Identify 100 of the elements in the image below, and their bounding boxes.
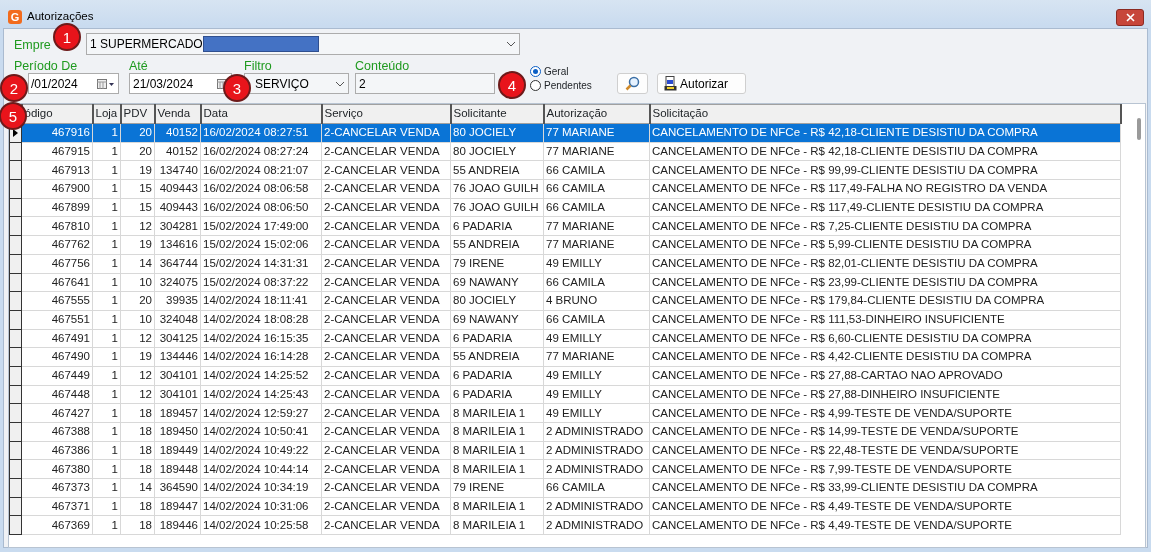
radio-option[interactable]: Pendentes [530,80,592,91]
table-cell: 304125 [154,329,201,348]
table-cell: 2-CANCELAR VENDA [321,142,451,161]
table-cell: 1 [92,142,121,161]
table-cell: 189447 [154,497,201,516]
table-cell: 1 [92,497,121,516]
table-cell: CANCELAMENTO DE NFCe - R$ 179,84-CLIENTE DESISTIU DA COMPRA [649,291,1121,311]
table-cell: 6 PADARIA [450,329,544,348]
table-cell: 12 [120,216,155,236]
table-cell: 15/02/2024 14:31:31 [200,254,322,273]
table-cell: 304101 [154,366,201,386]
close-icon [1125,12,1135,22]
app-logo: G [8,10,22,24]
table-cell: 39935 [154,291,201,311]
table-cell: 66 CAMILA [543,310,650,330]
column-header[interactable]: Venda [154,104,201,124]
column-header[interactable]: Autorização [543,104,650,124]
table-cell: 467900 [21,179,93,199]
table-cell: 364590 [154,478,201,498]
table-cell: 2-CANCELAR VENDA [321,459,451,479]
table-cell: 2-CANCELAR VENDA [321,254,451,273]
table-cell: 20 [120,142,155,161]
table-cell: 19 [120,235,155,255]
table-cell: 49 EMILLY [543,329,650,348]
table-cell: 1 [92,347,121,367]
scrollbar-thumb[interactable] [1137,118,1141,140]
table-cell: CANCELAMENTO DE NFCe - R$ 5,99-CLIENTE DESISTIU DA COMPRA [649,235,1121,255]
table-cell: 2-CANCELAR VENDA [321,497,451,516]
table-cell: 69 NAWANY [450,273,544,292]
radio-option[interactable]: Geral [530,66,569,77]
search-button[interactable] [617,73,648,94]
table-cell: 14/02/2024 18:08:28 [200,310,322,330]
field-label: Filtro [244,59,272,73]
table-cell: 2 ADMINISTRADO [543,459,650,479]
table-cell: 1 [92,310,121,330]
table-cell: 16/02/2024 08:06:58 [200,179,322,199]
table-cell: 324075 [154,273,201,292]
table-cell: 134446 [154,347,201,367]
table-cell: 8 MARILEIA 1 [450,441,544,460]
table-cell: 1 [92,366,121,386]
table-cell: 16/02/2024 08:06:50 [200,198,322,217]
column-header[interactable]: Loja [92,104,121,124]
content-field[interactable]: 2 [355,73,495,94]
table-cell: 20 [120,291,155,311]
table-cell: CANCELAMENTO DE NFCe - R$ 4,49-TESTE DE VENDA/SUPORTE [649,497,1121,516]
table-cell: 14 [120,254,155,273]
table-cell: 2-CANCELAR VENDA [321,160,451,180]
table-cell: 18 [120,515,155,535]
filter-dropdown[interactable]: SERVIÇO [244,73,349,94]
table-cell: 304101 [154,385,201,404]
table-cell: 2-CANCELAR VENDA [321,216,451,236]
table-cell: 79 IRENE [450,478,544,498]
table-cell: 14/02/2024 10:44:14 [200,459,322,479]
table-cell: CANCELAMENTO DE NFCe - R$ 4,99-TESTE DE VENDA/SUPORTE [649,403,1121,423]
table-cell: 14/02/2024 10:49:22 [200,441,322,460]
table-cell: 14/02/2024 14:25:52 [200,366,322,386]
table-cell: 49 EMILLY [543,403,650,423]
table-cell: 467810 [21,216,93,236]
window-title: Autorizações [27,9,94,25]
table-cell: 15/02/2024 08:37:22 [200,273,322,292]
table-cell: CANCELAMENTO DE NFCe - R$ 27,88-DINHEIRO INSUFICIENTE [649,385,1121,404]
date-field[interactable]: 21/03/2024 [129,73,232,94]
column-header[interactable]: Solicitante [450,104,544,124]
table-cell: 2-CANCELAR VENDA [321,179,451,199]
table-cell: 76 JOAO GUILH [450,179,544,199]
table-cell: 16/02/2024 08:21:07 [200,160,322,180]
table-cell: 18 [120,422,155,442]
table-cell: 467448 [21,385,93,404]
table-cell: 12 [120,385,155,404]
table-cell: 49 EMILLY [543,254,650,273]
table-cell: 2-CANCELAR VENDA [321,310,451,330]
table-cell: CANCELAMENTO DE NFCe - R$ 6,60-CLIENTE DESISTIU DA COMPRA [649,329,1121,348]
column-header[interactable]: Solicitação [649,104,1121,124]
authorize-button[interactable]: Autorizar [657,73,746,94]
table-cell: 6 PADARIA [450,385,544,404]
column-header[interactable]: Serviço [321,104,451,124]
table-cell: CANCELAMENTO DE NFCe - R$ 42,18-CLIENTE DESISTIU DA COMPRA [649,142,1121,161]
table-cell: 467491 [21,329,93,348]
table-cell: 467369 [21,515,93,535]
column-header[interactable]: Data [200,104,322,124]
table-cell: CANCELAMENTO DE NFCe - R$ 99,99-CLIENTE DESISTIU DA COMPRA [649,160,1121,180]
table-cell: 467915 [21,142,93,161]
table-cell: 77 MARIANE [543,235,650,255]
column-header[interactable]: PDV [120,104,155,124]
table-cell: 467899 [21,198,93,217]
table-cell: 19 [120,347,155,367]
company-dropdown[interactable]: 1 SUPERMERCADO [86,33,520,55]
table-cell: 66 CAMILA [543,179,650,199]
table-cell: CANCELAMENTO DE NFCe - R$ 4,42-CLIENTE DESISTIU DA COMPRA [649,347,1121,367]
table-cell: 80 JOCIELY [450,142,544,161]
table-cell: 1 [92,273,121,292]
table-cell: 18 [120,441,155,460]
date-field[interactable]: /01/2024 [28,73,119,94]
table-cell: 14/02/2024 14:25:43 [200,385,322,404]
table-cell: 14/02/2024 18:11:41 [200,291,322,311]
table-cell: 14 [120,478,155,498]
close-button[interactable] [1116,8,1144,26]
table-cell: 467762 [21,235,93,255]
table-cell: CANCELAMENTO DE NFCe - R$ 22,48-TESTE DE VENDA/SUPORTE [649,441,1121,460]
table-cell: 189446 [154,515,201,535]
